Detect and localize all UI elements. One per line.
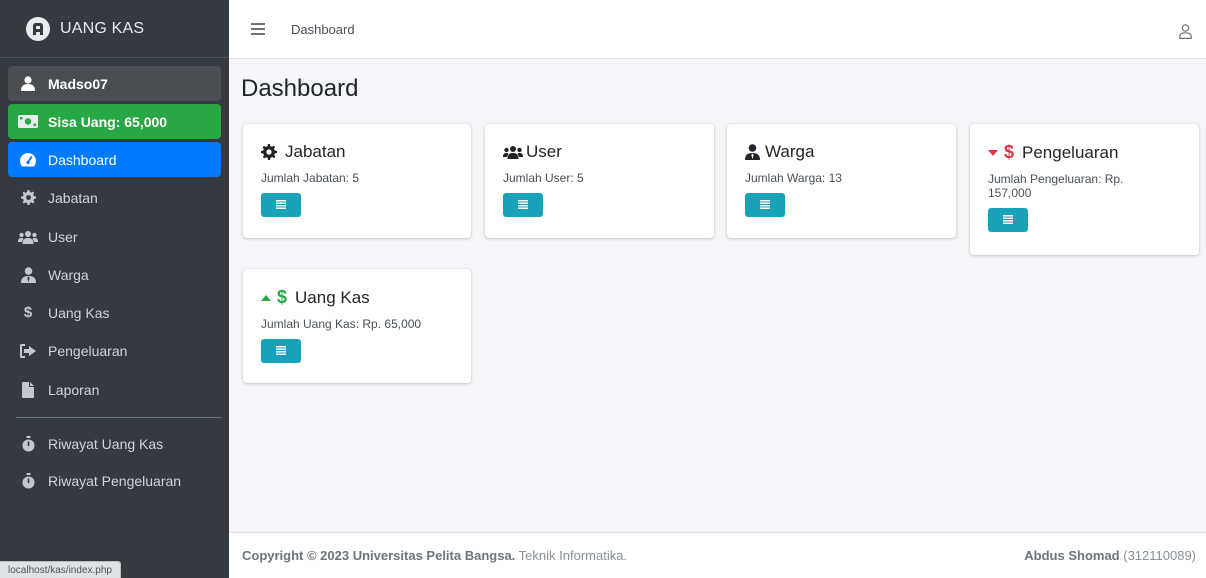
detail-button[interactable] bbox=[503, 193, 543, 217]
card-title: User bbox=[503, 142, 696, 162]
sidebar-item-laporan[interactable]: Laporan bbox=[8, 372, 221, 407]
card-title-label: Warga bbox=[765, 142, 815, 161]
sidebar-item-label: Pengeluaran bbox=[48, 342, 128, 359]
money-bill-icon bbox=[18, 114, 38, 130]
card-title-label: Jabatan bbox=[285, 142, 346, 161]
file-icon bbox=[18, 381, 38, 398]
menu-toggle-icon[interactable] bbox=[251, 23, 265, 35]
card-warga: Warga Jumlah Warga: 13 bbox=[727, 124, 956, 238]
card-count: Jumlah Warga: 13 bbox=[745, 171, 842, 185]
detail-button[interactable] bbox=[745, 193, 785, 217]
sidebar-item-jabatan[interactable]: Jabatan bbox=[8, 180, 221, 215]
caret-down-icon bbox=[988, 149, 998, 156]
sidebar-balance[interactable]: Sisa Uang: 65,000 bbox=[8, 104, 221, 139]
page-title: Dashboard bbox=[241, 75, 359, 102]
sidebar-user[interactable]: Madso07 bbox=[8, 66, 221, 101]
nav-link-dashboard[interactable]: Dashboard bbox=[291, 22, 355, 37]
card-count: Jumlah Jabatan: 5 bbox=[261, 171, 360, 185]
card-title-label: Uang Kas bbox=[295, 287, 370, 307]
footer: Copyright © 2023 Universitas Pelita Bang… bbox=[229, 532, 1206, 578]
card-count: Jumlah User: 5 bbox=[503, 171, 584, 185]
list-icon bbox=[1003, 211, 1013, 229]
stopwatch-icon bbox=[18, 435, 38, 452]
sidebar-item-label: Riwayat Uang Kas bbox=[48, 435, 164, 452]
footer-author: Abdus Shomad (312110089) bbox=[1024, 548, 1196, 563]
sidebar-item-pengeluaran[interactable]: Pengeluaran bbox=[8, 333, 221, 368]
user-account-icon[interactable] bbox=[1179, 24, 1192, 39]
card-title: Jabatan bbox=[261, 142, 453, 162]
card-count: Jumlah Pengeluaran: Rp. 157,000 bbox=[988, 172, 1124, 200]
user-icon bbox=[18, 76, 38, 92]
footer-author-id: (312110089) bbox=[1119, 548, 1196, 563]
card-title: Warga bbox=[745, 142, 938, 162]
detail-button[interactable] bbox=[261, 339, 301, 363]
list-icon bbox=[276, 342, 286, 360]
dollar-icon: $ bbox=[23, 304, 33, 321]
footer-copyright-strong: Copyright © 2023 Universitas Pelita Bang… bbox=[242, 548, 516, 563]
top-navbar: Dashboard bbox=[229, 0, 1206, 59]
sidebar-item-riwayat-pengeluaran[interactable]: Riwayat Pengeluaran bbox=[8, 463, 221, 498]
dashboard-icon bbox=[18, 152, 38, 168]
footer-copyright-rest: Teknik Informatika. bbox=[515, 548, 628, 563]
sign-out-icon bbox=[18, 343, 38, 359]
card-title-label: User bbox=[526, 142, 562, 161]
sidebar-item-label: User bbox=[48, 228, 78, 245]
card-jabatan: Jabatan Jumlah Jabatan: 5 bbox=[243, 124, 471, 238]
users-icon bbox=[18, 229, 38, 245]
dollar-icon: $ bbox=[1004, 142, 1015, 162]
list-icon bbox=[276, 196, 286, 214]
sidebar-item-dashboard[interactable]: Dashboard bbox=[8, 142, 221, 177]
list-icon bbox=[760, 196, 770, 214]
dollar-icon: $ bbox=[277, 287, 288, 307]
status-bar-url: localhost/kas/index.php bbox=[0, 561, 121, 578]
card-uang-kas: $ Uang Kas Jumlah Uang Kas: Rp. 65,000 bbox=[243, 269, 471, 383]
sidebar-item-label: Warga bbox=[48, 266, 89, 283]
sidebar-item-riwayat-uang-kas[interactable]: Riwayat Uang Kas bbox=[8, 426, 221, 461]
brand-title: UANG KAS bbox=[60, 19, 145, 37]
stopwatch-icon bbox=[18, 472, 38, 489]
detail-button[interactable] bbox=[988, 208, 1028, 232]
card-count: Jumlah Uang Kas: Rp. 65,000 bbox=[261, 317, 422, 331]
sidebar-item-label: Uang Kas bbox=[48, 304, 110, 321]
footer-author-name: Abdus Shomad bbox=[1024, 548, 1120, 563]
sidebar-divider bbox=[16, 417, 221, 418]
card-title: $ Uang Kas bbox=[261, 287, 453, 308]
sidebar-item-label: Jabatan bbox=[48, 189, 98, 206]
sidebar-item-label: Riwayat Pengeluaran bbox=[48, 472, 182, 489]
card-title: $ Pengeluaran bbox=[988, 142, 1181, 163]
card-user: User Jumlah User: 5 bbox=[485, 124, 714, 238]
brand-link[interactable]: UANG KAS bbox=[0, 0, 229, 58]
caret-up-icon bbox=[261, 294, 271, 301]
user-tie-icon bbox=[18, 266, 38, 283]
user-tie-icon bbox=[745, 144, 760, 160]
gear-icon bbox=[18, 190, 38, 206]
sidebar-item-user[interactable]: User bbox=[8, 219, 221, 254]
sidebar-user-label: Madso07 bbox=[48, 75, 108, 92]
brand-logo-icon bbox=[26, 16, 50, 41]
gear-icon bbox=[261, 144, 277, 160]
list-icon bbox=[518, 196, 528, 214]
users-icon bbox=[503, 145, 523, 159]
detail-button[interactable] bbox=[261, 193, 301, 217]
sidebar-item-label: Laporan bbox=[48, 381, 100, 398]
footer-copyright: Copyright © 2023 Universitas Pelita Bang… bbox=[242, 548, 627, 563]
sidebar: UANG KAS Madso07 Sisa Uang: 65,000 Dashb… bbox=[0, 0, 229, 578]
sidebar-item-warga[interactable]: Warga bbox=[8, 257, 221, 292]
sidebar-item-label: Dashboard bbox=[48, 151, 117, 168]
sidebar-item-uang-kas[interactable]: $ Uang Kas bbox=[8, 295, 221, 330]
card-pengeluaran: $ Pengeluaran Jumlah Pengeluaran: Rp. 15… bbox=[970, 124, 1199, 255]
sidebar-balance-label: Sisa Uang: 65,000 bbox=[48, 113, 168, 130]
card-title-label: Pengeluaran bbox=[1022, 142, 1119, 162]
